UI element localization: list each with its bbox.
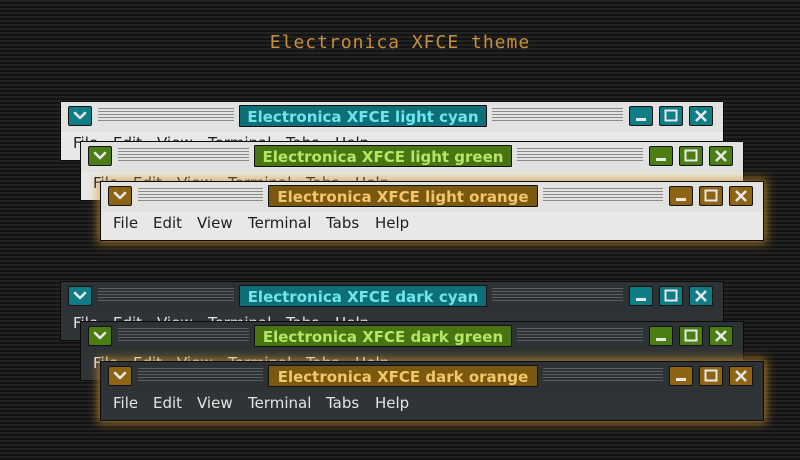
titlebar-grip-right [517,148,643,163]
window-title: Electronica XFCE dark orange [268,365,538,387]
window-menubar: File Edit View Terminal Tabs Help [101,392,763,420]
chevron-down-icon [109,187,131,205]
minimize-icon [650,327,672,345]
window-title: Electronica XFCE dark green [254,325,512,347]
minimize-button[interactable] [669,186,693,206]
menu-item-file[interactable]: File [113,214,138,232]
maximize-button[interactable] [699,186,723,206]
menu-item-help[interactable]: Help [375,214,409,232]
maximize-icon [680,147,702,165]
close-icon [730,367,752,385]
close-button[interactable] [689,286,713,306]
window-menu-button[interactable] [88,326,112,346]
titlebar-grip-left [138,368,263,383]
minimize-button[interactable] [629,286,653,306]
minimize-icon [630,107,652,125]
minimize-icon [630,287,652,305]
menu-item-help[interactable]: Help [375,394,409,412]
chevron-down-icon [69,287,91,305]
close-icon [690,107,712,125]
close-icon [730,187,752,205]
close-button[interactable] [729,186,753,206]
chevron-down-icon [69,107,91,125]
window-titlebar[interactable]: Electronica XFCE dark cyan [61,282,723,312]
titlebar-grip-right [543,188,663,203]
minimize-icon [670,187,692,205]
maximize-icon [680,327,702,345]
menu-item-edit[interactable]: Edit [153,214,182,232]
titlebar-grip-left [118,148,249,163]
close-button[interactable] [729,366,753,386]
maximize-icon [700,367,722,385]
window-title: Electronica XFCE dark cyan [239,285,487,307]
close-icon [710,327,732,345]
window-dark-orange[interactable]: Electronica XFCE dark orange File Edit Vie… [100,361,764,421]
maximize-button[interactable] [679,326,703,346]
minimize-icon [650,147,672,165]
titlebar-grip-left [98,108,234,123]
window-menu-button[interactable] [108,186,132,206]
maximize-icon [660,287,682,305]
menu-item-edit[interactable]: Edit [153,394,182,412]
minimize-button[interactable] [649,326,673,346]
titlebar-grip-left [138,188,263,203]
close-icon [690,287,712,305]
minimize-button[interactable] [649,146,673,166]
titlebar-grip-right [492,108,623,123]
titlebar-grip-left [118,328,249,343]
window-title: Electronica XFCE light cyan [239,105,487,127]
close-button[interactable] [689,106,713,126]
maximize-icon [700,187,722,205]
window-menu-button[interactable] [68,286,92,306]
minimize-button[interactable] [669,366,693,386]
menu-item-view[interactable]: View [197,214,233,232]
close-button[interactable] [709,146,733,166]
titlebar-grip-right [492,288,623,303]
window-titlebar[interactable]: Electronica XFCE dark orange [101,362,763,392]
maximize-button[interactable] [699,366,723,386]
window-light-orange[interactable]: Electronica XFCE light orange File Edit Vi… [100,181,764,241]
window-menubar: File Edit View Terminal Tabs Help [101,212,763,240]
minimize-button[interactable] [629,106,653,126]
titlebar-grip-right [543,368,663,383]
maximize-button[interactable] [659,106,683,126]
window-titlebar[interactable]: Electronica XFCE dark green [81,322,743,352]
window-title: Electronica XFCE light green [254,145,512,167]
window-menu-button[interactable] [68,106,92,126]
chevron-down-icon [109,367,131,385]
window-titlebar[interactable]: Electronica XFCE light green [81,142,743,172]
maximize-button[interactable] [679,146,703,166]
close-button[interactable] [709,326,733,346]
minimize-icon [670,367,692,385]
page-title: Electronica XFCE theme [269,32,531,53]
window-menu-button[interactable] [88,146,112,166]
menu-item-terminal[interactable]: Terminal [248,214,311,232]
window-menu-button[interactable] [108,366,132,386]
chevron-down-icon [89,327,111,345]
window-title: Electronica XFCE light orange [268,185,538,207]
window-titlebar[interactable]: Electronica XFCE light cyan [61,102,723,132]
menu-item-terminal[interactable]: Terminal [248,394,311,412]
maximize-button[interactable] [659,286,683,306]
titlebar-grip-right [517,328,643,343]
menu-item-tabs[interactable]: Tabs [326,214,359,232]
menu-item-tabs[interactable]: Tabs [326,394,359,412]
maximize-icon [660,107,682,125]
menu-item-view[interactable]: View [197,394,233,412]
menu-item-file[interactable]: File [113,394,138,412]
window-titlebar[interactable]: Electronica XFCE light orange [101,182,763,212]
titlebar-grip-left [98,288,234,303]
close-icon [710,147,732,165]
chevron-down-icon [89,147,111,165]
